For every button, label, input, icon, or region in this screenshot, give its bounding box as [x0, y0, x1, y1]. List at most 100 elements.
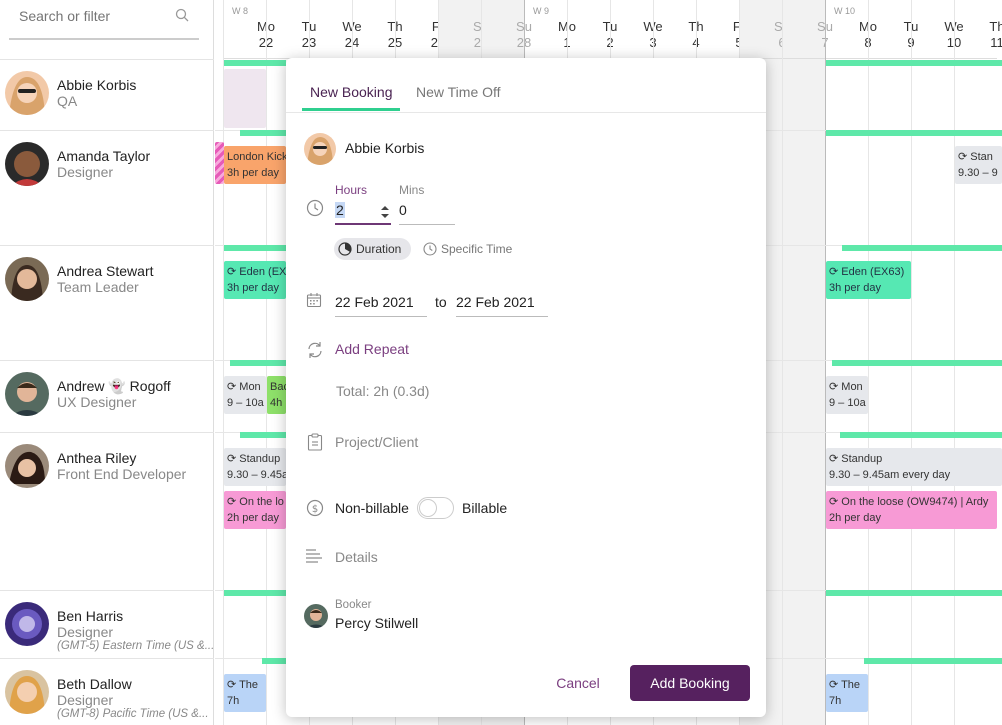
calendar-icon: [306, 293, 322, 308]
active-tab-indicator: [302, 108, 400, 111]
person-row[interactable]: Amanda Taylor Designer: [0, 130, 214, 245]
person-role: Front End Developer: [57, 466, 187, 482]
person-name[interactable]: Abbie Korbis: [345, 140, 424, 156]
day-header: Th 4: [654, 0, 704, 59]
cancel-button[interactable]: Cancel: [547, 665, 609, 701]
day-header: Tu 2: [568, 0, 617, 59]
svg-text:$: $: [312, 504, 318, 515]
day-header: Th 25: [353, 0, 403, 59]
person-name: Abbie Korbis: [57, 77, 137, 93]
person-name: Anthea Riley: [57, 450, 137, 466]
person-row[interactable]: Anthea Riley Front End Developer: [0, 432, 214, 590]
duration-icon: [338, 242, 352, 256]
hours-value: 2: [335, 202, 345, 218]
search-icon[interactable]: [175, 8, 189, 22]
avatar: [304, 133, 336, 165]
billable-label: Billable: [462, 500, 508, 516]
capacity-bar: [832, 360, 1002, 366]
person-role: Designer: [57, 164, 114, 180]
booking-block[interactable]: ⟳ Eden (EX 3h per day: [224, 261, 286, 299]
person-role: Designer: [57, 692, 114, 708]
capacity-bar: [224, 60, 286, 66]
booking-block[interactable]: ⟳ On the loose (OW9474) | Ardy 2h per day: [826, 491, 997, 529]
search-box: [9, 0, 199, 40]
day-column[interactable]: Su 7: [782, 0, 833, 725]
day-header: We 24: [310, 0, 362, 59]
timeoff-block[interactable]: [224, 69, 266, 128]
spinner-arrows-icon[interactable]: [379, 204, 391, 220]
tab-divider: [286, 112, 766, 113]
person-row[interactable]: Abbie Korbis QA: [0, 59, 214, 130]
clock-icon: [306, 199, 324, 217]
toggle-knob: [419, 499, 437, 517]
person-row[interactable]: Beth Dallow Designer (GMT-8) Pacific Tim…: [0, 658, 214, 725]
hours-input[interactable]: 2: [335, 200, 391, 225]
search-input[interactable]: [9, 0, 159, 32]
schedule-app: Abbie Korbis QA Amanda Taylor Designer A…: [0, 0, 1002, 725]
capacity-bar: [826, 60, 1002, 66]
repeat-icon: [308, 342, 322, 358]
person-name: Ben Harris: [57, 608, 124, 624]
day-header: W 9 Mo 1: [525, 0, 576, 59]
booking-block[interactable]: ⟳ Stan 9.30 – 9: [955, 146, 1002, 184]
day-header: We 3: [611, 0, 663, 59]
people-sidebar: Abbie Korbis QA Amanda Taylor Designer A…: [0, 0, 214, 725]
booking-block[interactable]: ⟳ Eden (EX63) 3h per day: [826, 261, 911, 299]
project-client-field[interactable]: Project/Client: [335, 434, 418, 450]
day-header: W 10 Mo 8: [826, 0, 877, 59]
capacity-bar: [840, 432, 1002, 438]
details-lines-icon: [306, 549, 322, 563]
avatar: [5, 602, 49, 646]
day-header: Th 11: [955, 0, 1002, 59]
booking-block[interactable]: Bac4h p: [267, 376, 286, 414]
capacity-bar: [224, 245, 286, 251]
capacity-bar: [262, 658, 286, 664]
tab-new-booking[interactable]: New Booking: [310, 84, 393, 100]
mins-input[interactable]: 0: [399, 200, 455, 225]
person-role: UX Designer: [57, 394, 137, 410]
start-date-input[interactable]: 22 Feb 2021: [335, 288, 427, 317]
dollar-icon: $: [306, 499, 324, 517]
person-row[interactable]: Andrea Stewart Team Leader: [0, 245, 214, 360]
avatar: [5, 142, 49, 186]
capacity-bar: [864, 658, 1002, 664]
booking-block[interactable]: London Kick 3h per day: [224, 146, 286, 184]
person-role: QA: [57, 93, 78, 109]
tab-new-time-off[interactable]: New Time Off: [416, 84, 501, 100]
person-role: Team Leader: [57, 279, 139, 295]
avatar: [5, 444, 49, 488]
capacity-bar: [224, 590, 286, 596]
capacity-bar: [826, 130, 1002, 136]
booking-block[interactable]: ⟳ On the lo 2h per day: [224, 491, 286, 529]
day-header: W 8 Mo 22: [224, 0, 275, 59]
duration-toggle[interactable]: Duration: [334, 238, 411, 260]
capacity-bar: [240, 130, 286, 136]
person-name: Andrea Stewart: [57, 263, 154, 279]
add-repeat-link[interactable]: Add Repeat: [335, 341, 409, 357]
booking-block[interactable]: ⟳ The 7h: [224, 674, 266, 712]
add-booking-button[interactable]: Add Booking: [630, 665, 750, 701]
booking-block[interactable]: ⟳ The 7h: [826, 674, 868, 712]
booking-block[interactable]: ⟳ Mon 9 – 10a: [826, 376, 868, 414]
billable-toggle[interactable]: [417, 497, 454, 519]
tentative-block[interactable]: [215, 142, 224, 184]
booking-block[interactable]: ⟳ Standup 9.30 – 9.45a: [224, 448, 286, 486]
hours-label: Hours: [335, 183, 368, 197]
non-billable-label: Non-billable: [335, 500, 409, 516]
avatar: [304, 604, 328, 628]
end-date-input[interactable]: 22 Feb 2021: [456, 288, 548, 317]
person-timezone: (GMT-5) Eastern Time (US &...: [57, 640, 215, 652]
booker-name: Percy Stilwell: [335, 615, 419, 631]
day-header: Su 28: [482, 0, 532, 59]
booking-block[interactable]: ⟳ Standup 9.30 – 9.45am every day: [826, 448, 1002, 486]
day-header: Sa27: [439, 0, 489, 59]
person-role: Designer: [57, 624, 114, 640]
capacity-bar: [826, 590, 1002, 596]
booking-block[interactable]: ⟳ Mon 9 – 10a: [224, 376, 266, 414]
clipboard-icon: [307, 433, 323, 451]
specific-time-toggle[interactable]: Specific Time: [421, 238, 531, 260]
person-row[interactable]: Andrew 👻 Rogoff UX Designer: [0, 360, 214, 432]
details-field[interactable]: Details: [335, 549, 378, 565]
person-row[interactable]: Ben Harris Designer (GMT-5) Eastern Time…: [0, 590, 214, 658]
avatar: [5, 71, 49, 115]
